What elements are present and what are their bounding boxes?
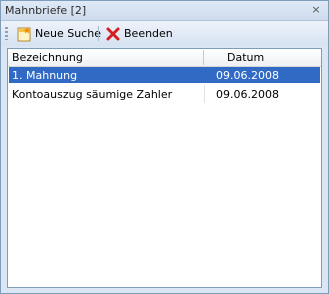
column-divider[interactable]	[203, 50, 204, 65]
mahnbriefe-window: Mahnbriefe [2] × Neue Suche Beenden Beze…	[0, 0, 329, 294]
new-search-button[interactable]: Neue Suche	[16, 24, 101, 43]
cell-date: 09.06.2008	[216, 69, 279, 82]
toolbar-separator	[98, 26, 99, 41]
exit-label: Beenden	[124, 27, 173, 40]
cell-name: Kontoauszug säumige Zahler	[12, 88, 173, 101]
exit-button[interactable]: Beenden	[105, 24, 173, 43]
list-item[interactable]: 1. Mahnung 09.06.2008	[9, 67, 320, 83]
column-header-bezeichnung[interactable]: Bezeichnung	[12, 51, 83, 64]
list-item[interactable]: Kontoauszug säumige Zahler 09.06.2008	[9, 86, 320, 102]
close-icon[interactable]: ×	[309, 3, 323, 17]
window-titlebar[interactable]: Mahnbriefe [2] ×	[1, 1, 328, 21]
new-search-icon	[17, 26, 31, 41]
toolbar-grip[interactable]	[5, 27, 8, 40]
toolbar: Neue Suche Beenden	[1, 21, 328, 46]
new-search-label: Neue Suche	[35, 27, 101, 40]
list-header: Bezeichnung Datum	[8, 49, 321, 67]
cell-name: 1. Mahnung	[12, 69, 78, 82]
column-header-datum[interactable]: Datum	[227, 51, 264, 64]
cell-date: 09.06.2008	[216, 88, 279, 101]
window-title: Mahnbriefe [2]	[5, 4, 87, 17]
letters-list[interactable]: Bezeichnung Datum 1. Mahnung 09.06.2008 …	[7, 48, 322, 288]
close-red-x-icon	[106, 27, 120, 40]
